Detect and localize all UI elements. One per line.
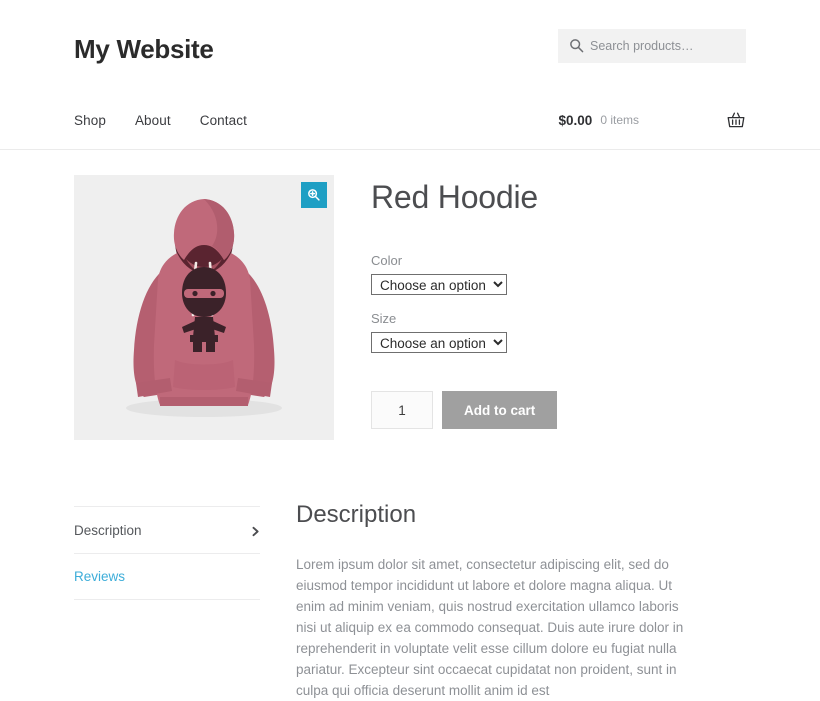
main-navigation: Shop About Contact <box>74 113 247 128</box>
nav-item-about[interactable]: About <box>135 113 171 128</box>
size-select[interactable]: Choose an option <box>371 332 507 354</box>
product-details-section: Description Reviews Description Lorem ip… <box>0 440 820 701</box>
header-top-row: My Website <box>74 0 746 92</box>
search-box[interactable] <box>558 29 746 63</box>
nav-item-contact[interactable]: Contact <box>200 113 247 128</box>
product-page: My Website Shop About Contact $0.00 0 <box>0 0 820 698</box>
cart-total: $0.00 <box>558 112 593 128</box>
header-bottom-row: Shop About Contact $0.00 0 items <box>74 92 746 148</box>
description-panel: Description Lorem ipsum dolor sit amet, … <box>260 503 746 701</box>
add-to-cart-form: Add to cart <box>371 391 746 430</box>
product-title: Red Hoodie <box>371 179 539 215</box>
cart-summary[interactable]: $0.00 0 items <box>559 110 746 130</box>
description-body: Lorem ipsum dolor sit amet, consectetur … <box>296 557 684 698</box>
zoom-image-button[interactable] <box>301 182 327 208</box>
search-input[interactable] <box>588 38 738 54</box>
tab-reviews-label: Reviews <box>74 569 126 584</box>
product-gallery[interactable] <box>74 175 334 440</box>
header-divider <box>0 149 820 150</box>
product-section: Red Hoodie Color Choose an option Size C… <box>0 150 820 440</box>
add-to-cart-button[interactable]: Add to cart <box>442 391 558 430</box>
tab-description-label: Description <box>74 522 142 538</box>
size-label: Size <box>371 311 397 327</box>
description-heading: Description <box>296 501 417 528</box>
color-select[interactable]: Choose an option <box>371 274 507 296</box>
product-summary: Red Hoodie Color Choose an option Size C… <box>334 175 746 440</box>
site-header: My Website Shop About Contact $0.00 0 <box>0 0 820 150</box>
shopping-basket-icon[interactable] <box>726 110 746 130</box>
magnifier-plus-icon <box>308 189 320 201</box>
search-icon <box>569 38 584 53</box>
product-tabs: Description Reviews <box>74 503 260 701</box>
color-label: Color <box>371 253 403 269</box>
chevron-right-icon <box>251 525 260 536</box>
tab-reviews[interactable]: Reviews <box>74 553 260 600</box>
product-image <box>74 175 334 440</box>
site-title: My Website <box>74 34 214 64</box>
nav-item-shop[interactable]: Shop <box>74 113 106 128</box>
tab-description[interactable]: Description <box>74 506 260 553</box>
cart-item-count: 0 items <box>600 113 639 127</box>
quantity-input[interactable] <box>371 391 433 430</box>
